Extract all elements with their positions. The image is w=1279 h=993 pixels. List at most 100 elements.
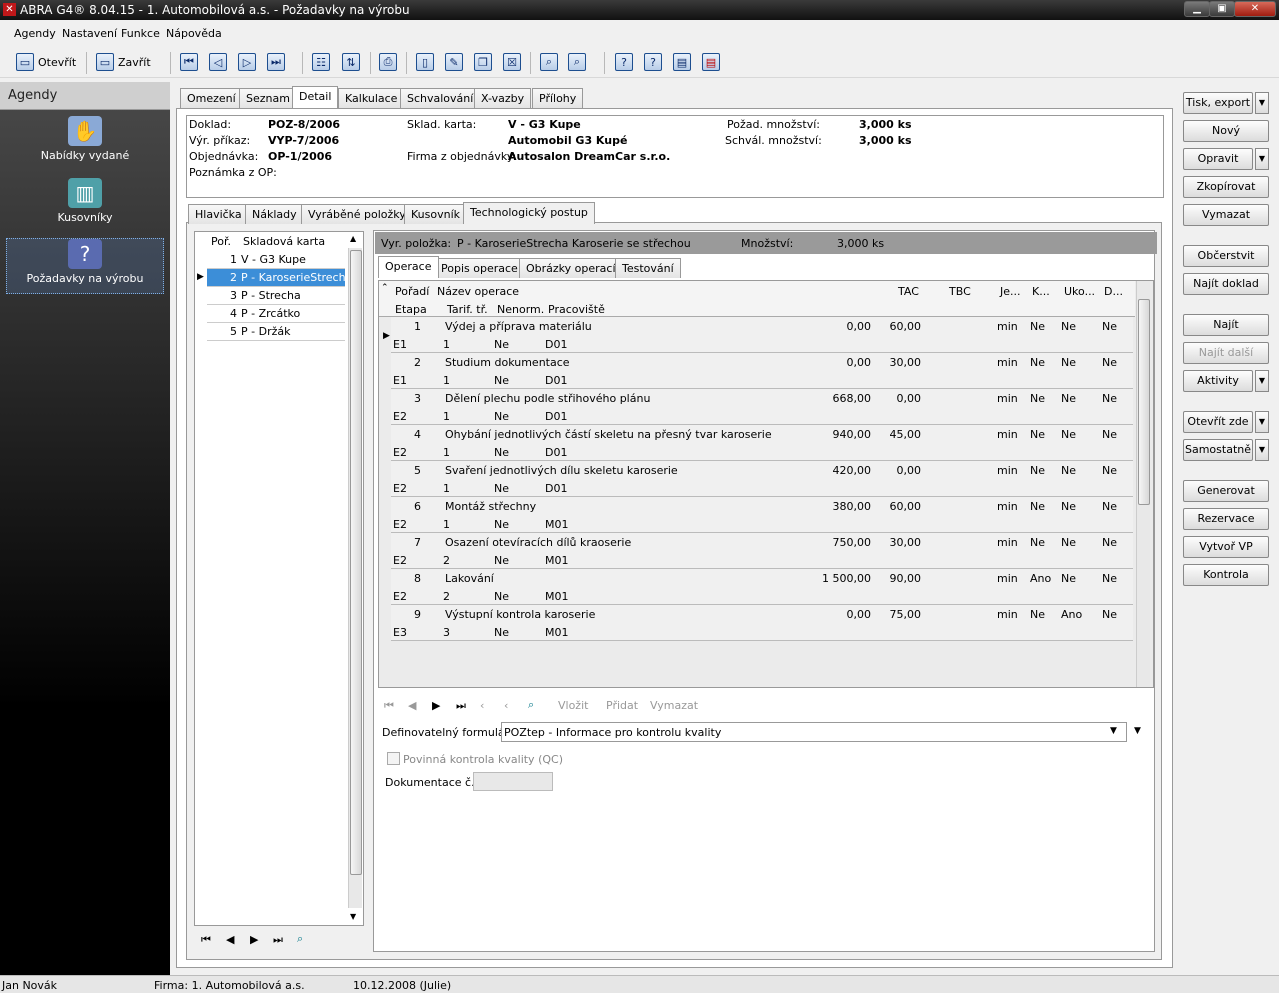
col-nenorm[interactable]: Nenorm. — [497, 303, 544, 316]
list-search-icon[interactable]: ⌕ — [297, 932, 303, 946]
table-row[interactable]: 9 Výstupní kontrola karoserie 0,00 75,00 min… — [391, 605, 1133, 641]
help-button[interactable]: ? — [615, 51, 633, 73]
edit-doc-button[interactable]: ✎ — [445, 51, 463, 73]
generovat-button[interactable]: Generovat — [1183, 480, 1269, 502]
grid-scroll-thumb[interactable] — [1138, 299, 1150, 505]
menu-napoveda[interactable]: Nápověda — [166, 27, 222, 40]
menu-funkce[interactable]: Funkce — [121, 27, 160, 40]
opravit-button[interactable]: Opravit — [1183, 148, 1253, 170]
last-record-button[interactable]: ⏭ — [267, 51, 285, 73]
list-scroll-thumb[interactable] — [350, 250, 362, 875]
agenda-pozadavky-na-vyrobu[interactable]: ? Požadavky na výrobu — [6, 238, 164, 294]
col-nazev-operace[interactable]: Název operace — [437, 285, 519, 298]
subtab-technologicky-postup[interactable]: Technologický postup — [463, 202, 595, 224]
samostatne-button[interactable]: Samostatně — [1183, 439, 1253, 461]
vymazat-button[interactable]: Vymazat — [1183, 204, 1269, 226]
col-tarif[interactable]: Tarif. tř. — [447, 303, 488, 316]
tab-schvalovani[interactable]: Schvalování — [400, 88, 481, 108]
novy-button[interactable]: Nový — [1183, 120, 1269, 142]
agenda-nabidky-vydane[interactable]: ✋ Nabídky vydané — [6, 116, 164, 172]
first-record-button[interactable]: ⏮ — [180, 51, 198, 73]
book-red-button[interactable]: ▤ — [702, 51, 720, 73]
refresh-list-button[interactable]: ⇅ — [342, 51, 360, 73]
list-scrollbar[interactable] — [348, 248, 362, 908]
grid-next-icon[interactable]: ▶ — [432, 699, 440, 712]
table-row[interactable]: 4 Ohybání jednotlivých částí skeletu na p… — [391, 425, 1133, 461]
new-doc-button[interactable]: ▯ — [416, 51, 434, 73]
table-row[interactable]: 6 Montáž střechny 380,00 60,00 min Ne Ne Ne E2 1 N… — [391, 497, 1133, 533]
col-jednotka[interactable]: Je... — [1000, 285, 1021, 298]
subtab-naklady[interactable]: Náklady — [245, 204, 304, 224]
optab-obrazky-operaci[interactable]: Obrázky operací — [519, 258, 623, 278]
pridat-button[interactable]: Přidat — [606, 699, 638, 712]
collapse-icon[interactable]: ⌃ — [381, 283, 389, 293]
tab-prilohy[interactable]: Přílohy — [532, 88, 584, 108]
list-item[interactable]: 1V - G3 Kupe — [207, 251, 345, 269]
dokumentace-input[interactable] — [473, 772, 553, 791]
tab-seznam[interactable]: Seznam — [239, 88, 297, 108]
maximize-button[interactable]: ▣ — [1209, 1, 1235, 17]
grid-prev-page-icon[interactable]: ‹ — [480, 699, 484, 712]
grid-first-icon[interactable]: ⏮ — [384, 699, 394, 713]
prev-record-button[interactable]: ◁ — [209, 51, 227, 73]
col-poradi[interactable]: Pořadí — [395, 285, 429, 298]
rezervace-button[interactable]: Rezervace — [1183, 508, 1269, 530]
col-tbc[interactable]: TBC — [949, 285, 971, 298]
table-row[interactable]: 1 Výdej a příprava materiálu 0,00 60,00 min N… — [391, 317, 1133, 353]
grid-search-icon[interactable]: ⌕ — [528, 698, 534, 712]
table-row[interactable]: 2 Studium dokumentace 0,00 30,00 min Ne Ne Ne E1… — [391, 353, 1133, 389]
context-help-button[interactable]: ? — [644, 51, 662, 73]
najit-doklad-button[interactable]: Najít doklad — [1183, 273, 1269, 295]
delete-doc-button[interactable]: ☒ — [503, 51, 521, 73]
subtab-vyrabene-polozky[interactable]: Vyráběné položky — [301, 204, 413, 224]
book-button[interactable]: ▤ — [673, 51, 691, 73]
najit-dalsi-button[interactable]: Najít další — [1183, 342, 1269, 364]
samostatne-dropdown[interactable]: ▼ — [1255, 439, 1269, 461]
kontrola-button[interactable]: Kontrola — [1183, 564, 1269, 586]
table-row[interactable]: 5 Svaření jednotlivých dílu skeletu karos… — [391, 461, 1133, 497]
tab-x-vazby[interactable]: X-vazby — [474, 88, 532, 108]
col-kontrola[interactable]: K... — [1032, 285, 1050, 298]
agenda-kusovniky[interactable]: ▥ Kusovníky — [6, 178, 164, 234]
next-record-button[interactable]: ▷ — [238, 51, 256, 73]
formular-select[interactable]: POZtep - Informace pro kontrolu kvality … — [501, 722, 1127, 742]
otevrit-zde-dropdown[interactable]: ▼ — [1255, 411, 1269, 433]
optab-testovani[interactable]: Testování — [615, 258, 681, 278]
col-pracoviste[interactable]: Pracoviště — [548, 303, 605, 316]
list-item[interactable]: 3P - Strecha — [207, 287, 345, 305]
list-item[interactable]: 5P - Držák — [207, 323, 345, 341]
scroll-up-icon[interactable]: ▲ — [350, 234, 356, 243]
col-tac[interactable]: TAC — [898, 285, 919, 298]
aktivity-dropdown[interactable]: ▼ — [1255, 370, 1269, 392]
close-window-button[interactable]: ✕ — [1234, 1, 1276, 17]
subtab-hlavicka[interactable]: Hlavička — [188, 204, 249, 224]
tab-detail[interactable]: Detail — [292, 86, 339, 108]
list-item[interactable]: 4P - Zrcátko — [207, 305, 345, 323]
menu-nastaveni[interactable]: Nastavení — [62, 27, 117, 40]
grid-prev-icon[interactable]: ◀ — [408, 699, 416, 712]
tisk-export-button[interactable]: Tisk, export — [1183, 92, 1253, 114]
print-button[interactable]: ⎙ — [379, 51, 397, 73]
optab-operace[interactable]: Operace — [378, 256, 439, 278]
grid-last-icon[interactable]: ⏭ — [456, 699, 466, 713]
list-item-selected[interactable]: 2P - KaroserieStrecha — [207, 269, 352, 287]
tab-omezeni[interactable]: Omezení — [180, 88, 243, 108]
search-button[interactable]: ⌕ — [540, 51, 558, 73]
col-d[interactable]: D... — [1104, 285, 1123, 298]
opravit-dropdown[interactable]: ▼ — [1255, 148, 1269, 170]
vymazat-row-button[interactable]: Vymazat — [650, 699, 698, 712]
tisk-dropdown[interactable]: ▼ — [1255, 92, 1269, 114]
list-first-icon[interactable]: ⏮ — [201, 933, 211, 947]
grid-prev-page2-icon[interactable]: ‹ — [504, 699, 508, 712]
aktivity-button[interactable]: Aktivity — [1183, 370, 1253, 392]
tree-button[interactable]: ☷ — [312, 51, 330, 73]
chevron-down-icon[interactable]: ▼ — [1110, 726, 1117, 736]
formular-menu-icon[interactable]: ▼ — [1134, 726, 1141, 736]
minimize-button[interactable]: ▁ — [1184, 1, 1210, 17]
search-next-button[interactable]: ⌕ — [568, 51, 586, 73]
list-last-icon[interactable]: ⏭ — [273, 933, 283, 947]
table-row[interactable]: 3 Dělení plechu podle střihového plánu 668… — [391, 389, 1133, 425]
scroll-down-icon[interactable]: ▼ — [350, 912, 356, 921]
list-prev-icon[interactable]: ◀ — [226, 933, 234, 946]
table-row[interactable]: 8 Lakování 1 500,00 90,00 min Ano Ne Ne E2 2 Ne M01 — [391, 569, 1133, 605]
